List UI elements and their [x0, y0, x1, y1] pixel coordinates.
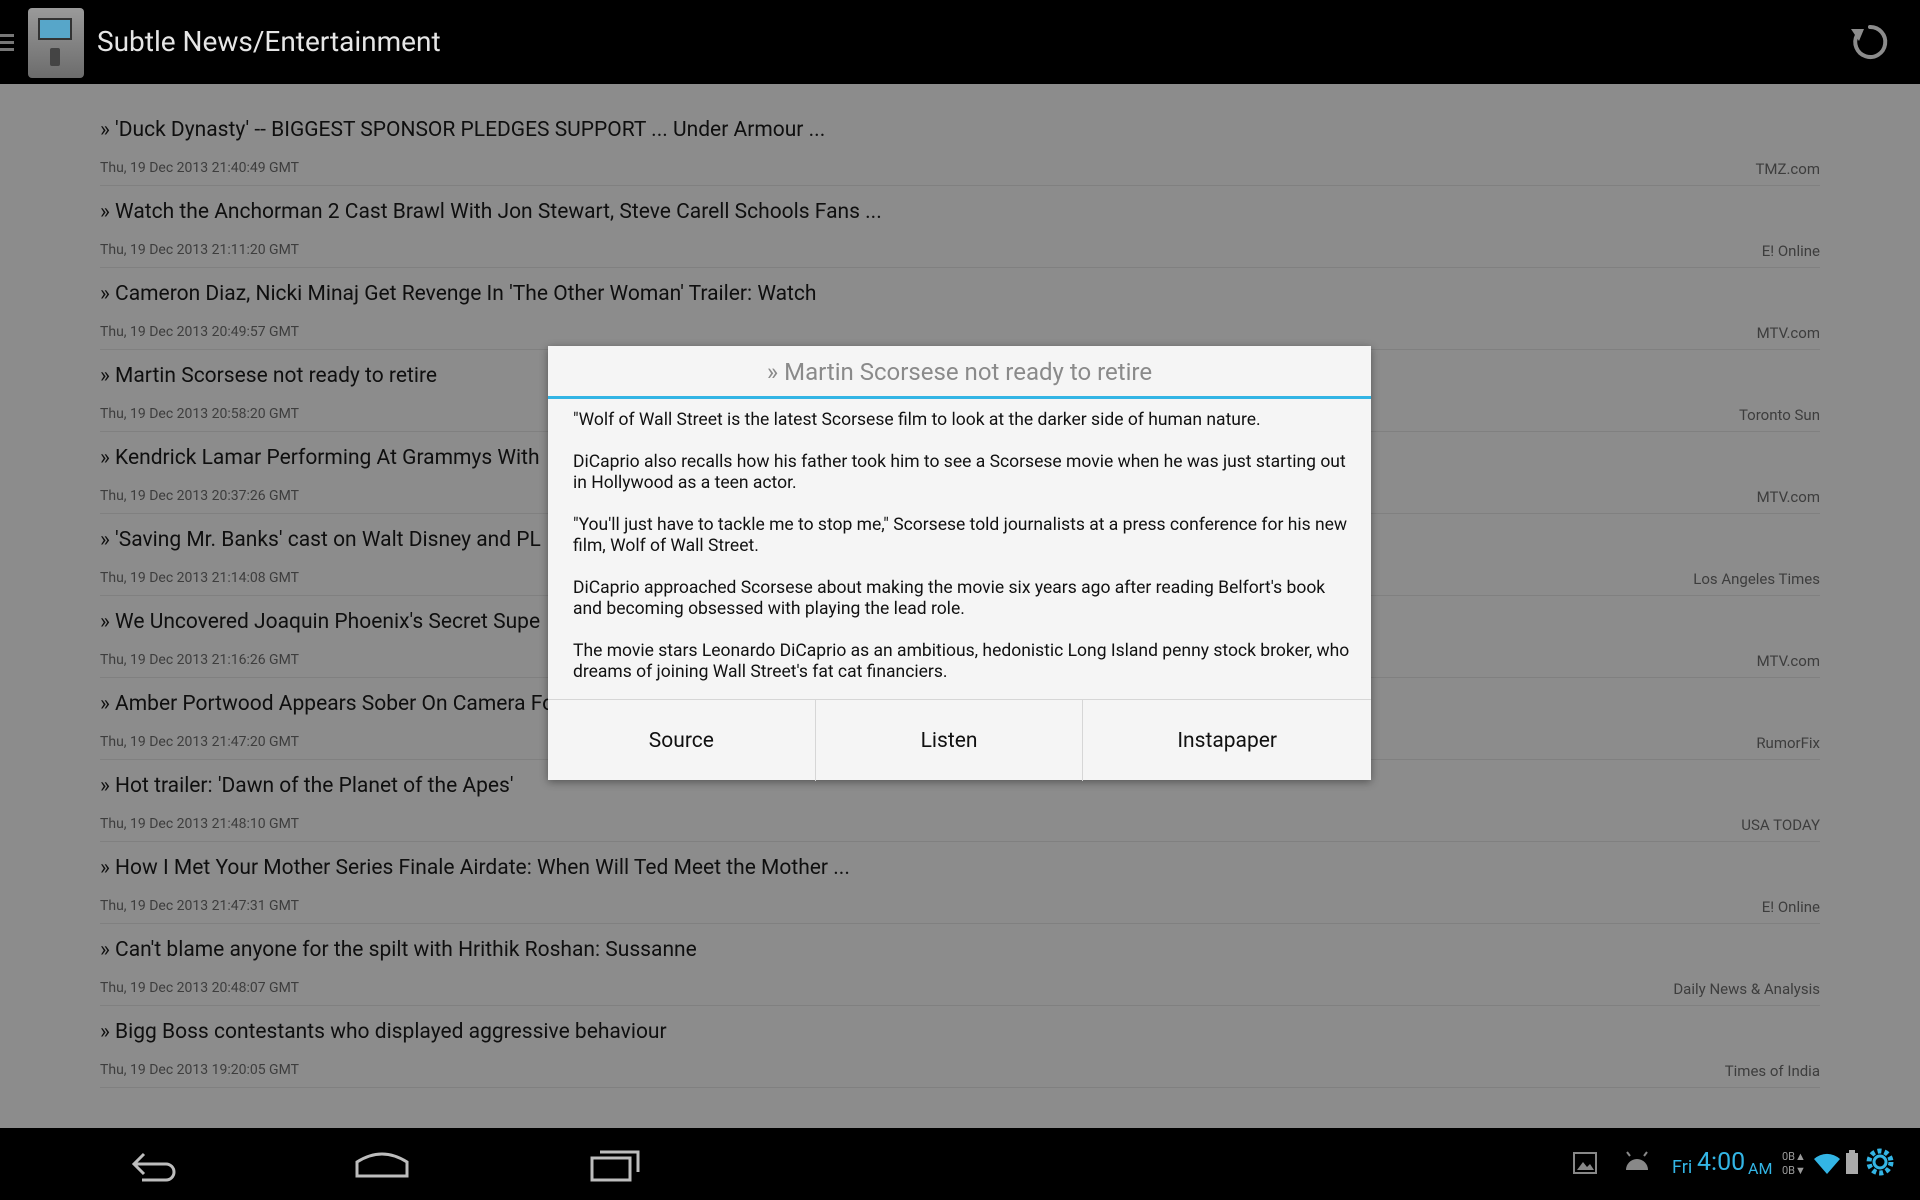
clock-day: Fri [1672, 1157, 1693, 1178]
dialog-paragraph: "Wolf of Wall Street is the latest Scors… [573, 410, 1261, 430]
app-title: Subtle News/Entertainment [97, 25, 441, 58]
download-rate: 0B▼ [1782, 1164, 1806, 1177]
battery-icon [1846, 1150, 1858, 1174]
dialog-button-bar: Source Listen Instapaper [548, 699, 1371, 781]
android-notification-icon[interactable] [1622, 1150, 1652, 1174]
wifi-icon [1814, 1153, 1840, 1174]
dialog-body: "Wolf of Wall Street is the latest Scors… [573, 410, 1353, 704]
clock-ampm: AM [1748, 1159, 1773, 1178]
action-bar: Subtle News/Entertainment [0, 0, 1920, 84]
refresh-icon[interactable] [1848, 20, 1892, 64]
upload-rate: 0B▲ [1782, 1150, 1806, 1163]
data-rate-indicator: 0B▲ 0B▼ [1782, 1150, 1806, 1178]
home-icon[interactable] [352, 1142, 412, 1186]
news-machine-icon[interactable] [28, 8, 84, 78]
clock-time: 4:00 [1697, 1148, 1746, 1177]
gallery-notification-icon[interactable] [1572, 1150, 1598, 1176]
article-dialog: » Martin Scorsese not ready to retire "W… [548, 346, 1371, 781]
dialog-paragraph: The movie stars Leonardo DiCaprio as an … [573, 641, 1350, 682]
system-nav-bar [0, 1128, 1920, 1200]
settings-gear-icon[interactable] [1864, 1146, 1896, 1178]
dialog-paragraph: "You'll just have to tackle me to stop m… [573, 515, 1348, 556]
source-button[interactable]: Source [548, 700, 816, 781]
dialog-paragraph: DiCaprio also recalls how his father too… [573, 452, 1346, 493]
recent-apps-icon[interactable] [586, 1142, 646, 1186]
drawer-indicator-icon[interactable] [0, 34, 14, 52]
back-icon[interactable] [122, 1142, 182, 1186]
dialog-paragraph: DiCaprio approached Scorsese about makin… [573, 578, 1326, 619]
instapaper-button[interactable]: Instapaper [1083, 700, 1371, 781]
dialog-title: » Martin Scorsese not ready to retire [548, 346, 1371, 399]
listen-button[interactable]: Listen [816, 700, 1084, 781]
